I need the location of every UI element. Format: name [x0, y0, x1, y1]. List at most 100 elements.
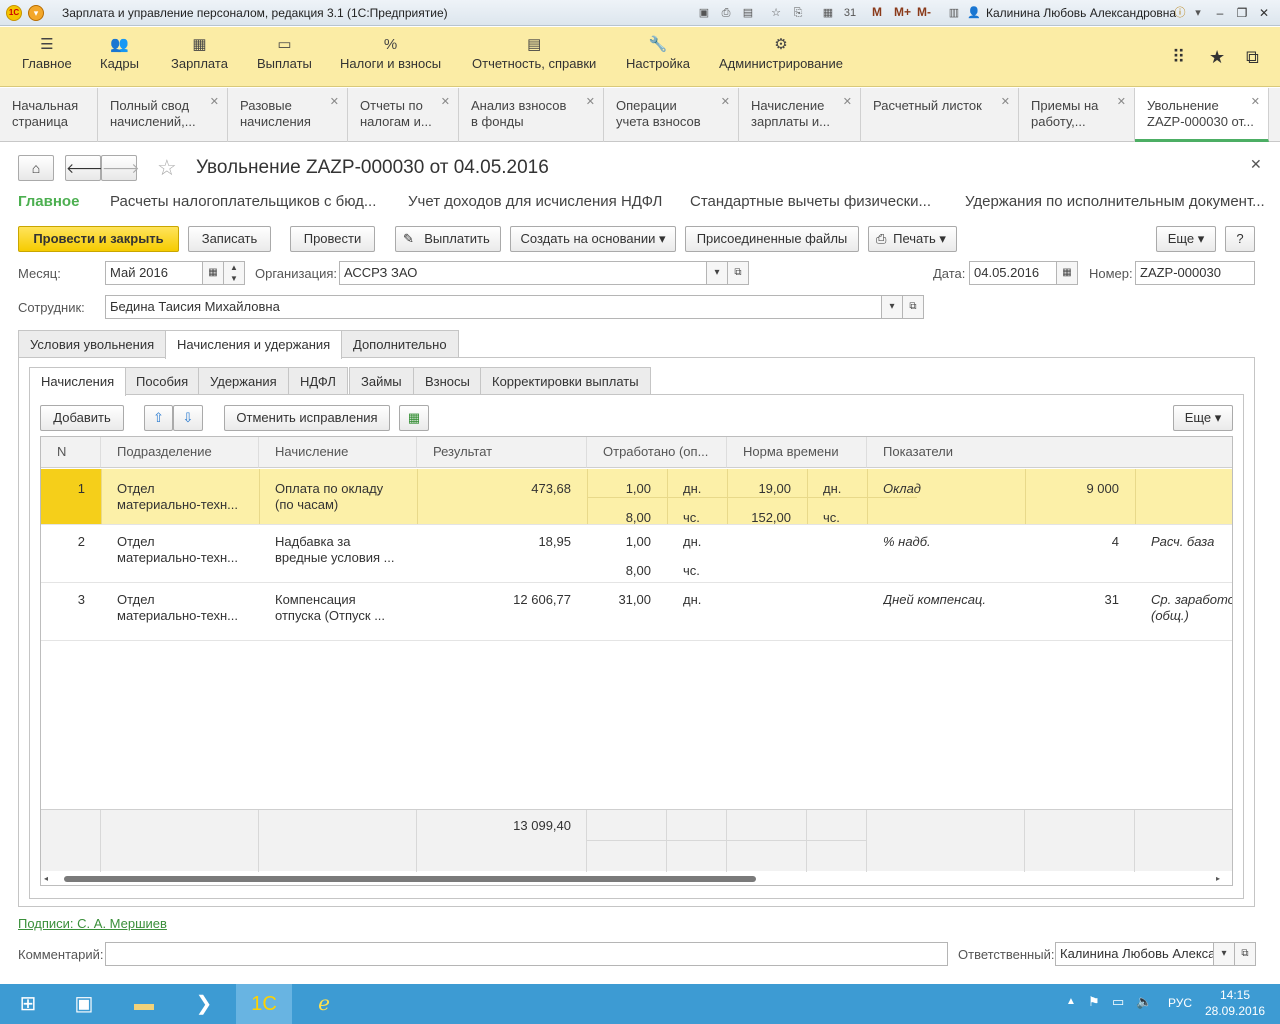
fill-button[interactable]: ▦: [399, 405, 429, 431]
date-calendar-icon[interactable]: ▦: [1056, 261, 1078, 285]
window-tab-payslip[interactable]: Расчетный листок ✕: [861, 88, 1019, 142]
attached-files-button[interactable]: Присоединенные файлы: [685, 226, 859, 252]
window-tab-dismissal[interactable]: Увольнение ZAZP-000030 от... ✕: [1135, 88, 1269, 142]
save-button[interactable]: Записать: [188, 226, 271, 252]
close-form-icon[interactable]: ✕: [1250, 156, 1262, 173]
responsible-input[interactable]: Калинина Любовь Александровна: [1055, 942, 1214, 966]
clock-time[interactable]: 14:15: [1220, 988, 1250, 1002]
tray-expand-icon[interactable]: ▲: [1066, 996, 1076, 1007]
print-button[interactable]: ⎙ Печать ▾: [868, 226, 957, 252]
close-tab-icon[interactable]: ✕: [330, 94, 339, 110]
favorite-star-icon[interactable]: ☆: [157, 155, 177, 181]
1c-logo-icon[interactable]: 1С: [6, 5, 22, 21]
flag-icon[interactable]: ⚑: [1088, 994, 1100, 1010]
volume-icon[interactable]: 🔈: [1136, 994, 1152, 1010]
server-manager-icon[interactable]: ▣: [56, 984, 112, 1024]
restore-icon[interactable]: ❐: [1232, 4, 1252, 22]
move-down-button[interactable]: ⇩: [173, 405, 203, 431]
close-icon[interactable]: ✕: [1254, 4, 1274, 22]
main-menu-icon[interactable]: ▾: [28, 5, 44, 21]
close-tab-icon[interactable]: ✕: [1251, 94, 1260, 110]
favorites-add-icon[interactable]: ☆: [768, 5, 784, 21]
all-functions-icon[interactable]: ⠿: [1172, 47, 1185, 68]
table-row[interactable]: 3 Отдел материально-техн... Компенсация …: [41, 583, 1232, 641]
print-icon[interactable]: ⎙: [718, 5, 734, 21]
organization-input[interactable]: АССРЗ ЗАО: [339, 261, 707, 285]
post-and-close-button[interactable]: Провести и закрыть: [18, 226, 179, 252]
tab-benefits[interactable]: Пособия: [124, 367, 201, 395]
horizontal-scrollbar[interactable]: ◂ ▸: [44, 874, 1224, 884]
window-layout-icon[interactable]: ▥: [946, 5, 962, 21]
tab-loans[interactable]: Займы: [349, 367, 414, 395]
internet-explorer-icon[interactable]: ℯ: [296, 984, 352, 1024]
tab-dismissal-conditions[interactable]: Условия увольнения: [18, 330, 167, 358]
close-tab-icon[interactable]: ✕: [843, 94, 852, 110]
memory-plus-button[interactable]: M+: [894, 5, 911, 19]
section-hr[interactable]: 👥 Кадры: [100, 35, 139, 71]
scroll-right-icon[interactable]: ▸: [1216, 874, 1220, 883]
section-admin[interactable]: ⚙ Администрирование: [719, 35, 843, 71]
calculator-icon[interactable]: ▦: [820, 5, 836, 21]
info-icon[interactable]: ⓘ: [1172, 5, 1188, 21]
scrollbar-thumb[interactable]: [64, 876, 756, 882]
month-input[interactable]: Май 2016: [105, 261, 203, 285]
save-icon[interactable]: ▣: [696, 5, 712, 21]
window-tab-home[interactable]: Начальная страница: [0, 88, 98, 142]
close-tab-icon[interactable]: ✕: [441, 94, 450, 110]
move-up-button[interactable]: ⇧: [144, 405, 173, 431]
responsible-open-icon[interactable]: ⧉: [1234, 942, 1256, 966]
favorites-star-icon[interactable]: ★: [1209, 47, 1225, 68]
tab-additional[interactable]: Дополнительно: [341, 330, 459, 358]
number-input[interactable]: ZAZP-000030: [1135, 261, 1255, 285]
window-tab-tax-reports[interactable]: Отчеты по налогам и... ✕: [348, 88, 459, 142]
form-link-standard-deductions[interactable]: Стандартные вычеты физически...: [690, 193, 931, 210]
table-row[interactable]: 2 Отдел материально-техн... Надбавка за …: [41, 525, 1232, 583]
close-tab-icon[interactable]: ✕: [721, 94, 730, 110]
forward-button[interactable]: 🡒: [101, 155, 140, 181]
date-input[interactable]: 04.05.2016: [969, 261, 1057, 285]
close-tab-icon[interactable]: ✕: [210, 94, 219, 110]
table-row[interactable]: 1 Отдел материально-техн... Оплата по ок…: [41, 469, 1232, 525]
window-tab-hires[interactable]: Приемы на работу,... ✕: [1019, 88, 1135, 142]
column-header-result[interactable]: Результат: [417, 437, 587, 468]
column-header-norm[interactable]: Норма времени: [727, 437, 867, 468]
history-icon[interactable]: ⧉: [1246, 47, 1259, 68]
tab-payment-corrections[interactable]: Корректировки выплаты: [480, 367, 651, 395]
month-spinner[interactable]: ▲ ▼: [223, 261, 245, 285]
tab-contributions[interactable]: Взносы: [413, 367, 482, 395]
comment-input[interactable]: [105, 942, 948, 966]
column-header-department[interactable]: Подразделение: [101, 437, 259, 468]
close-tab-icon[interactable]: ✕: [586, 94, 595, 110]
preview-icon[interactable]: ▤: [740, 5, 756, 21]
file-explorer-icon[interactable]: ▬: [116, 984, 172, 1024]
tab-accruals[interactable]: Начисления: [29, 367, 127, 396]
window-tab-payroll[interactable]: Начисление зарплаты и... ✕: [739, 88, 861, 142]
window-tab-full-summary[interactable]: Полный свод начислений,... ✕: [98, 88, 228, 142]
section-taxes[interactable]: % Налоги и взносы: [340, 35, 441, 71]
responsible-dropdown-icon[interactable]: ▾: [1213, 942, 1235, 966]
window-tab-contrib-analysis[interactable]: Анализ взносов в фонды ✕: [459, 88, 604, 142]
column-header-accrual[interactable]: Начисление: [259, 437, 417, 468]
network-icon[interactable]: ▭: [1112, 994, 1124, 1010]
clock-date[interactable]: 28.09.2016: [1205, 1004, 1265, 1018]
minimize-icon[interactable]: –: [1210, 4, 1230, 22]
scroll-left-icon[interactable]: ◂: [44, 874, 48, 883]
add-button[interactable]: Добавить: [40, 405, 124, 431]
section-reports[interactable]: ▤ Отчетность, справки: [472, 35, 596, 71]
section-main[interactable]: ☰ Главное: [22, 35, 72, 71]
form-link-writ-deductions[interactable]: Удержания по исполнительным документ...: [965, 193, 1265, 210]
column-header-indicators[interactable]: Показатели: [867, 437, 1232, 468]
form-link-ndfl-income[interactable]: Учет доходов для исчисления НДФЛ: [408, 193, 662, 210]
employee-input[interactable]: Бедина Таисия Михайловна: [105, 295, 882, 319]
section-settings[interactable]: 🔧 Настройка: [626, 35, 690, 71]
cancel-corrections-button[interactable]: Отменить исправления: [224, 405, 390, 431]
column-header-worked[interactable]: Отработано (оп...: [587, 437, 727, 468]
help-button[interactable]: ?: [1225, 226, 1255, 252]
tab-accruals-deductions[interactable]: Начисления и удержания: [165, 330, 343, 359]
powershell-icon[interactable]: ❯: [176, 984, 232, 1024]
back-button[interactable]: 🡐: [65, 155, 104, 181]
organization-dropdown-icon[interactable]: ▾: [706, 261, 728, 285]
form-link-main[interactable]: Главное: [18, 193, 79, 210]
employee-open-icon[interactable]: ⧉: [902, 295, 924, 319]
month-calendar-icon[interactable]: ▦: [202, 261, 224, 285]
